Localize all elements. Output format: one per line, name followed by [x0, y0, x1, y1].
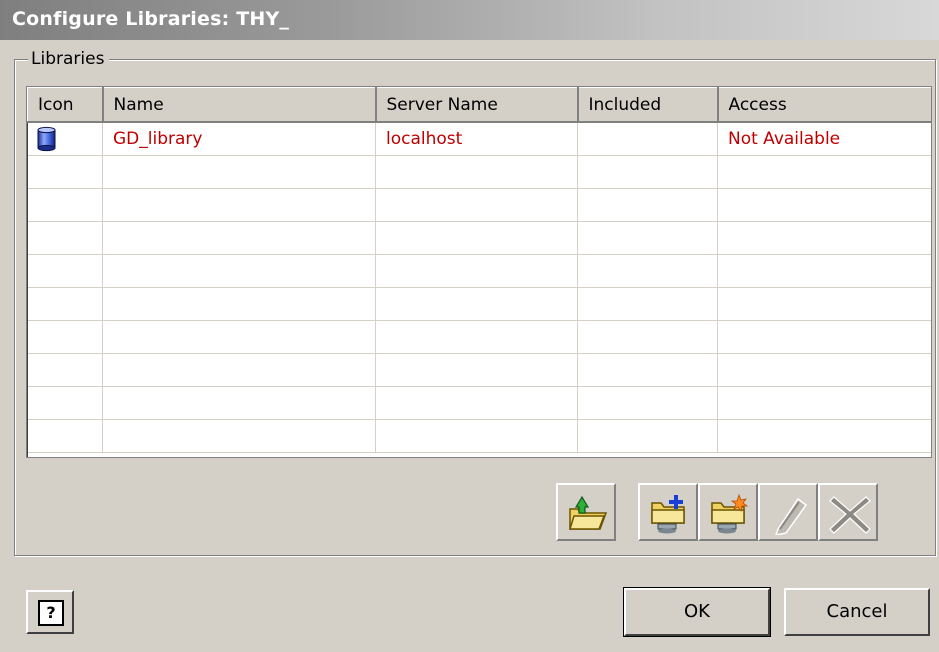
column-header-access[interactable]: Access [717, 87, 931, 123]
edit-pencil-icon [775, 497, 808, 535]
table-row[interactable]: GD_library localhost Not Available [27, 122, 931, 156]
row-name-cell[interactable]: GD_library [102, 122, 376, 156]
add-library-button[interactable] [638, 483, 698, 541]
column-header-icon[interactable]: Icon [27, 87, 104, 123]
open-library-button[interactable] [556, 483, 616, 541]
empty-row [27, 320, 931, 354]
cancel-button[interactable]: Cancel [784, 588, 930, 636]
add-library-icon [651, 495, 685, 534]
empty-row [27, 419, 931, 453]
delete-library-button[interactable] [818, 483, 878, 541]
window-title: Configure Libraries: THY_ [12, 8, 290, 30]
row-access-cell[interactable]: Not Available [717, 122, 931, 156]
empty-row [27, 188, 931, 222]
empty-row [27, 254, 931, 288]
edit-library-button[interactable] [758, 483, 818, 541]
empty-row [27, 155, 931, 189]
empty-row [27, 287, 931, 321]
column-header-included[interactable]: Included [577, 87, 719, 123]
row-included-cell[interactable] [577, 122, 718, 156]
column-header-server-name[interactable]: Server Name [375, 87, 579, 123]
row-icon-cell[interactable] [27, 122, 103, 156]
title-bar: Configure Libraries: THY_ [0, 0, 939, 40]
libraries-table[interactable]: Icon Name Server Name Included Access GD… [26, 86, 932, 458]
column-header-name[interactable]: Name [102, 87, 377, 123]
empty-row [27, 353, 931, 387]
ok-button[interactable]: OK [623, 587, 771, 637]
help-icon: ? [38, 600, 64, 626]
new-library-button[interactable] [698, 483, 758, 541]
delete-x-icon [829, 496, 871, 534]
row-server-cell[interactable]: localhost [375, 122, 578, 156]
database-icon [36, 126, 58, 152]
libraries-group-label: Libraries [28, 48, 110, 70]
open-folder-arrow-icon [568, 495, 608, 530]
empty-row [27, 386, 931, 420]
empty-row [27, 221, 931, 255]
new-library-icon [711, 493, 749, 534]
help-button[interactable]: ? [26, 590, 74, 634]
